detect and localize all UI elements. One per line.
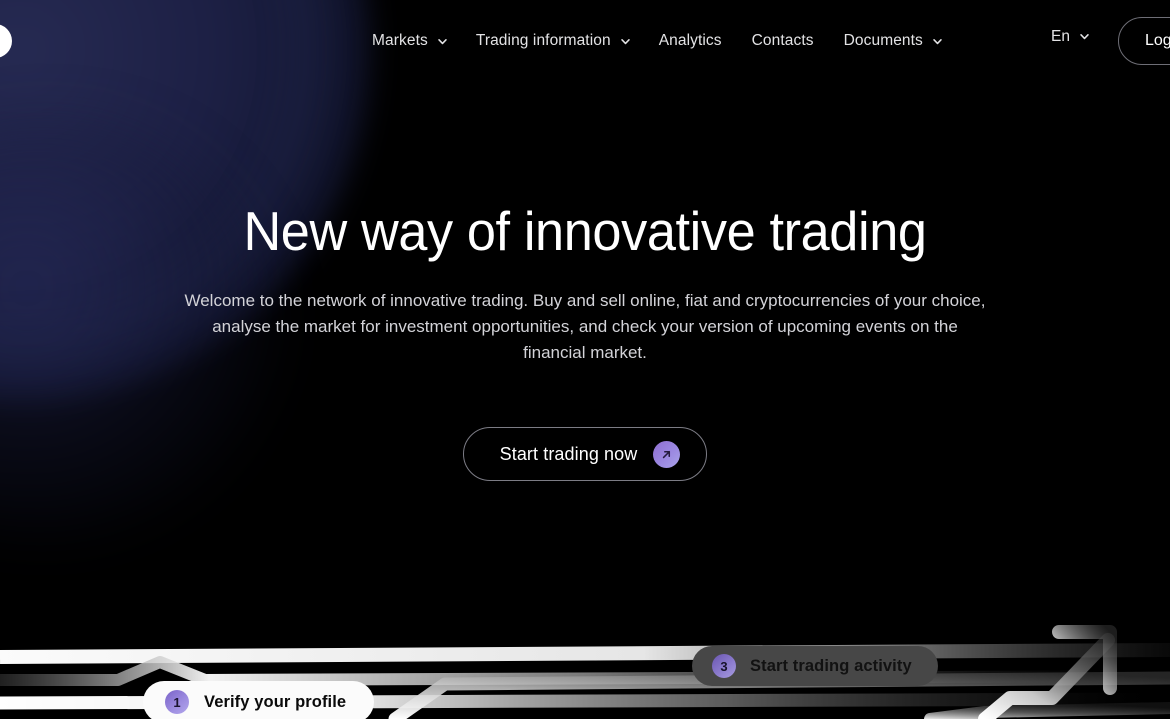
- page-title: New way of innovative trading: [243, 200, 927, 262]
- nav-item-label: Documents: [843, 32, 923, 50]
- nav-item-label: Contacts: [751, 32, 814, 50]
- arrow-up-right-icon: [653, 440, 681, 468]
- language-label: En: [1051, 28, 1070, 45]
- step-number-badge: 3: [712, 654, 736, 678]
- nav-item-label: Analytics: [658, 32, 722, 50]
- hero-subtitle: Welcome to the network of innovative tra…: [184, 291, 986, 362]
- cta-container: Start trading now: [0, 427, 1170, 481]
- chevron-down-icon: [1079, 31, 1089, 40]
- nav-item-contacts[interactable]: Contacts: [752, 33, 814, 49]
- nav-item-label: Markets: [372, 32, 428, 50]
- step-number-badge: 1: [165, 690, 189, 714]
- step-pill-verify-profile[interactable]: 1 Verify your profile: [143, 681, 375, 719]
- nav-item-analytics[interactable]: Analytics: [659, 33, 722, 49]
- nav-item-label: Trading information: [475, 32, 611, 50]
- chevron-down-icon: [620, 36, 630, 45]
- language-selector[interactable]: En: [1051, 28, 1089, 45]
- site-header: Markets Trading information Analytics Co…: [0, 0, 1170, 82]
- nav-item-markets[interactable]: Markets: [372, 32, 447, 50]
- chevron-down-icon: [437, 36, 447, 45]
- cta-label: Start trading now: [499, 443, 638, 464]
- circle-logo-icon[interactable]: [0, 24, 12, 58]
- chevron-down-icon: [932, 36, 942, 45]
- step-label: Start trading activity: [750, 656, 912, 675]
- nav-item-trading-information[interactable]: Trading information: [475, 32, 630, 50]
- step-pill-start-trading-activity[interactable]: 3 Start trading activity: [692, 646, 938, 686]
- login-button[interactable]: Log in: [1118, 17, 1170, 65]
- step-label: Verify your profile: [204, 692, 347, 711]
- start-trading-button[interactable]: Start trading now: [462, 427, 708, 481]
- nav-item-documents[interactable]: Documents: [843, 32, 942, 50]
- main-navigation: Markets Trading information Analytics Co…: [372, 29, 942, 53]
